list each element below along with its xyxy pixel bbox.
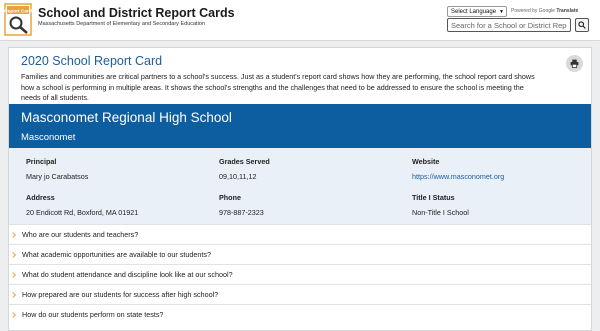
principal-value: Mary jo Carabatsos — [26, 172, 89, 181]
website-field: Website https://www.masconomet.org — [412, 157, 504, 181]
report-card-title: 2020 School Report Card — [21, 54, 163, 68]
phone-value: 978-887-2323 — [219, 208, 264, 217]
search-input[interactable] — [447, 18, 571, 32]
chevron-right-icon — [12, 251, 17, 258]
accordion-label: What academic opportunities are availabl… — [22, 250, 211, 259]
chevron-right-icon — [12, 291, 17, 298]
accordion-label: Who are our students and teachers? — [22, 230, 139, 239]
accordion-item-attendance-discipline[interactable]: What do student attendance and disciplin… — [9, 264, 591, 284]
website-label: Website — [412, 157, 440, 166]
site-subtitle: Massachusetts Department of Elementary a… — [38, 21, 205, 27]
language-select[interactable]: Select Language ▼ — [447, 6, 507, 17]
printer-icon — [570, 59, 579, 68]
school-info-panel: Principal Mary jo Carabatsos Grades Serv… — [9, 148, 591, 224]
search-icon — [578, 21, 586, 29]
phone-field: Phone 978-887-2323 — [219, 193, 264, 217]
translate-link[interactable]: Translate — [556, 8, 578, 14]
address-label: Address — [26, 193, 55, 202]
accordion-item-success-after-high-school[interactable]: How prepared are our students for succes… — [9, 284, 591, 304]
powered-by-google-translate: Powered by Google Translate — [511, 8, 578, 14]
accordion-label: How prepared are our students for succes… — [22, 290, 219, 299]
district-name[interactable]: Masconomet — [21, 132, 75, 143]
accordion-item-academic-opportunities[interactable]: What academic opportunities are availabl… — [9, 244, 591, 264]
phone-label: Phone — [219, 193, 241, 202]
chevron-right-icon — [12, 311, 17, 318]
grades-label: Grades Served — [219, 157, 270, 166]
grades-value: 09,10,11,12 — [219, 172, 257, 181]
grades-field: Grades Served 09,10,11,12 — [219, 157, 270, 181]
school-header-band: Masconomet Regional High School Masconom… — [9, 104, 591, 148]
accordion-item-state-tests[interactable]: How do our students perform on state tes… — [9, 304, 591, 324]
principal-label: Principal — [26, 157, 57, 166]
powered-by-label: Powered by — [511, 8, 538, 14]
website-link[interactable]: https://www.masconomet.org — [412, 172, 504, 181]
principal-field: Principal Mary jo Carabatsos — [26, 157, 88, 181]
chevron-down-icon: ▼ — [499, 9, 504, 15]
print-button[interactable] — [566, 55, 583, 72]
language-select-value: Select Language — [451, 9, 497, 15]
school-name: Masconomet Regional High School — [21, 110, 232, 125]
google-label: Google — [538, 8, 555, 14]
report-sections-accordion: Who are our students and teachers? What … — [9, 224, 591, 324]
title1-field: Title I Status Non-Title I School — [412, 193, 469, 217]
report-card-logo-icon[interactable]: Report Card — [4, 3, 32, 36]
accordion-label: What do student attendance and disciplin… — [22, 270, 233, 279]
site-header: Report Card School and District Report C… — [0, 0, 600, 41]
report-card-panel: 2020 School Report Card Families and com… — [8, 47, 592, 331]
svg-text:Report Card: Report Card — [4, 8, 32, 14]
chevron-right-icon — [12, 231, 17, 238]
title1-value: Non-Title I School — [412, 208, 469, 217]
report-card-description: Families and communities are critical pa… — [21, 72, 535, 102]
address-field: Address 20 Endicott Rd, Boxford, MA 0192… — [26, 193, 138, 217]
accordion-label: How do our students perform on state tes… — [22, 310, 164, 319]
site-title[interactable]: School and District Report Cards — [38, 6, 235, 20]
title1-label: Title I Status — [412, 193, 455, 202]
chevron-right-icon — [12, 271, 17, 278]
address-value: 20 Endicott Rd, Boxford, MA 01921 — [26, 208, 139, 217]
search-button[interactable] — [575, 18, 589, 32]
accordion-item-students-teachers[interactable]: Who are our students and teachers? — [9, 224, 591, 244]
